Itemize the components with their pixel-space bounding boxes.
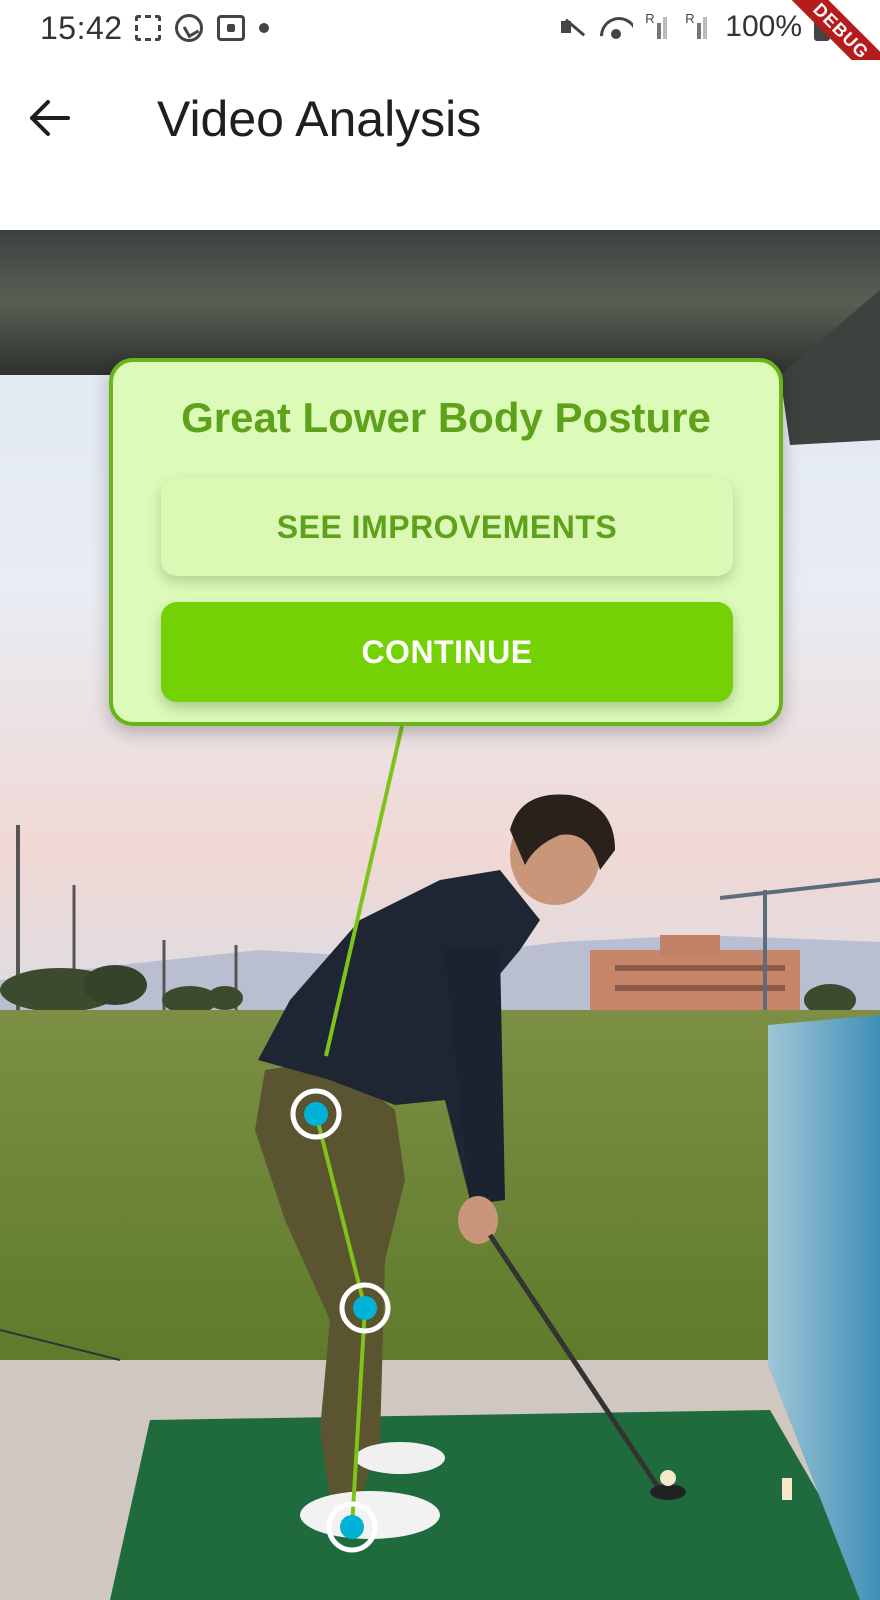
mute-icon [559,13,587,41]
signal-label-secondary: R [685,11,695,26]
app-bar: Video Analysis [0,60,880,230]
back-button[interactable] [22,90,78,146]
signal-icon: R [645,11,673,41]
status-bar: 15:42 R R 100% DEBUG [0,0,880,101]
signal-label: R [645,11,655,26]
see-improvements-button[interactable]: SEE IMPROVEMENTS [161,478,733,576]
wifi-icon [599,13,633,41]
page-title: Video Analysis [157,91,482,147]
screen: 15:42 R R 100% DEBUG Video Analysis Grea… [0,0,880,1600]
feedback-card: Great Lower Body Posture SEE IMPROVEMENT… [109,358,783,726]
arrow-left-icon [30,100,70,136]
status-time: 15:42 [40,10,123,46]
more-notifications-dot-icon [259,23,269,33]
signal-icon-secondary: R [685,11,713,41]
whatsapp-icon [175,14,203,42]
screenshot-frame-icon [135,15,161,41]
status-notification-icons [135,14,269,42]
continue-button[interactable]: CONTINUE [161,602,733,702]
screen-record-icon [217,15,245,41]
battery-percentage: 100% [725,10,802,43]
status-system-icons: R R 100% [559,10,830,44]
feedback-title: Great Lower Body Posture [181,394,711,441]
